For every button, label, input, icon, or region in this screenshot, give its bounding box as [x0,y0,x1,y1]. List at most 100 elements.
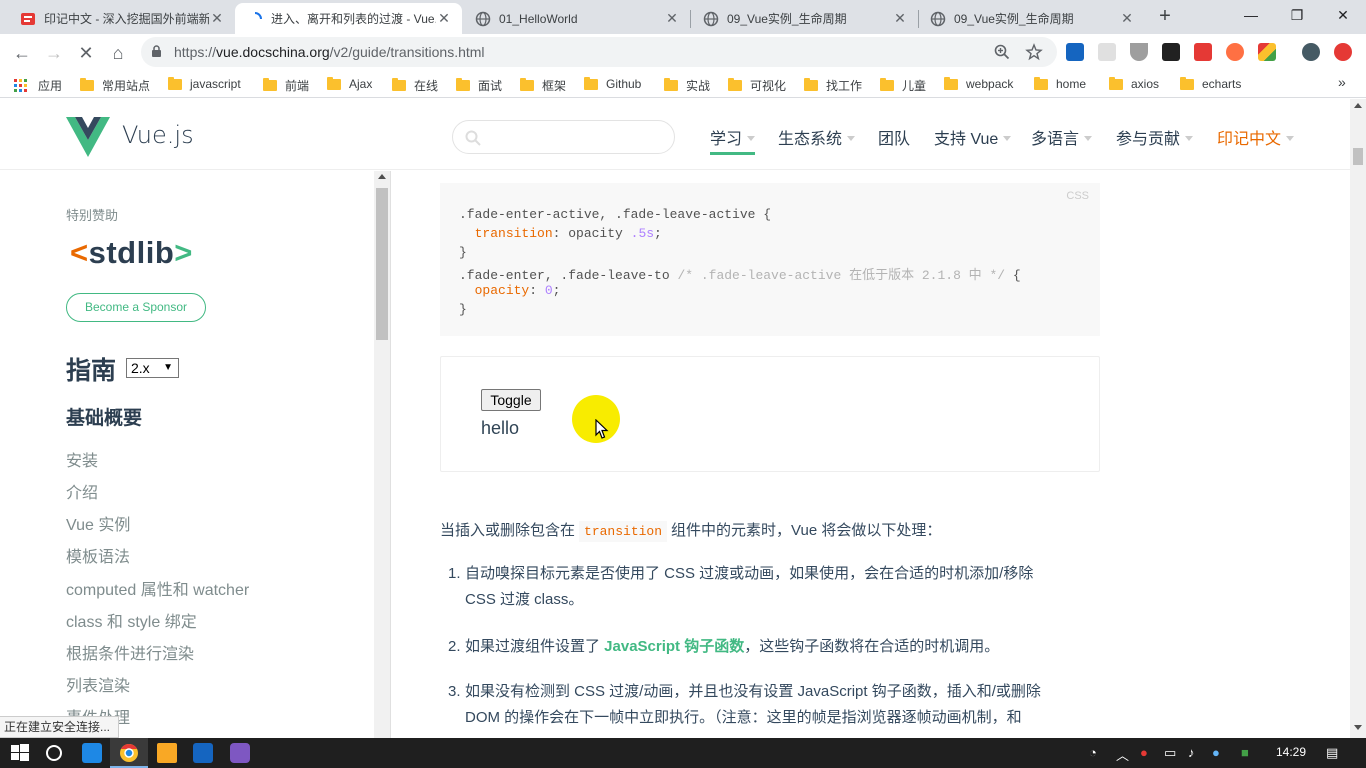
restore-button[interactable]: ❐ [1274,0,1320,32]
taskbar-clock[interactable]: 14:29 [1276,745,1306,759]
search-circle-icon[interactable] [44,743,64,763]
search-input[interactable] [452,120,675,154]
bookmark-label: 前端 [285,79,310,93]
tab-close-icon[interactable]: ✕ [436,10,452,27]
version-select[interactable]: 2.x ▼ [126,358,179,378]
become-sponsor-button[interactable]: Become a Sponsor [66,293,206,322]
bookmarks-overflow-button[interactable]: » [1338,74,1346,90]
notifications-icon[interactable]: ▤ [1326,745,1338,761]
tray-app-icon[interactable]: ● [1140,745,1148,760]
w-extension-icon[interactable] [1066,43,1084,61]
bookmark-folder[interactable]: 儿童 [880,77,926,94]
tab-lifecycle-1[interactable]: 09_Vue实例_生命周期 ✕ [691,3,918,34]
bookmark-folder[interactable]: axios [1109,76,1159,91]
extension-icon[interactable] [1098,43,1116,61]
stop-loading-icon[interactable]: ✕ [74,41,98,65]
chevron-down-icon [1286,136,1295,141]
scroll-down-arrow-icon[interactable] [1354,725,1362,730]
bookmark-label: 可视化 [750,79,787,93]
update-icon[interactable] [1334,43,1352,61]
extension-icon[interactable] [1162,43,1180,61]
windows-start-icon[interactable] [10,743,30,763]
address-bar[interactable]: https://vue.docschina.org/v2/guide/trans… [141,37,1057,67]
wifi-icon[interactable]: ◔ [1089,745,1097,760]
tab-close-icon[interactable]: ✕ [209,10,225,27]
file-explorer-icon[interactable] [157,743,177,763]
tray-s-icon[interactable]: ■ [1241,745,1249,760]
bookmark-folder[interactable]: 面试 [456,77,502,94]
chevron-up-icon[interactable]: ︿ [1116,745,1129,764]
sidebar-link-conditional[interactable]: 根据条件进行渲染 [66,640,194,664]
js-hooks-link[interactable]: JavaScript 钩子函数 [604,638,744,655]
bookmark-folder[interactable]: 实战 [664,77,710,94]
zoom-icon[interactable] [993,43,1011,61]
nav-team[interactable]: 团队 [878,125,910,149]
bookmark-star-icon[interactable] [1025,43,1043,61]
bookmark-folder[interactable]: 常用站点 [80,77,150,94]
tab-close-icon[interactable]: ✕ [1119,10,1135,27]
extension-icon[interactable] [1258,43,1276,61]
forward-arrow-icon[interactable]: → [42,41,66,65]
stdlib-sponsor-logo[interactable]: <stdlib> [70,235,193,271]
wps-icon[interactable] [193,743,213,763]
sidebar-scroll-thumb[interactable] [376,188,388,340]
cloud-icon[interactable]: ● [1212,745,1220,760]
scroll-up-arrow-icon[interactable] [378,174,386,179]
scroll-up-arrow-icon[interactable] [1354,103,1362,108]
bookmark-folder[interactable]: 在线 [392,77,438,94]
tab-close-icon[interactable]: ✕ [892,10,908,27]
nav-yinji[interactable]: 印记中文 [1217,125,1295,149]
tab-transitions[interactable]: 进入、离开和列表的过渡 - Vue.j ✕ [235,3,462,34]
bookmark-folder[interactable]: echarts [1180,76,1241,91]
bookmark-folder[interactable]: webpack [944,76,1013,91]
sidebar-scrollbar[interactable] [374,171,390,738]
nav-languages[interactable]: 多语言 [1031,125,1093,149]
sidebar-link-class-style[interactable]: class 和 style 绑定 [66,608,197,632]
minimize-button[interactable]: — [1228,0,1274,32]
sidebar-link-intro[interactable]: 介绍 [66,479,98,503]
sidebar-link-computed[interactable]: computed 属性和 watcher [66,576,249,600]
bookmark-apps[interactable]: 应用 [14,77,62,94]
app-icon[interactable] [230,743,250,763]
sidebar-link-list[interactable]: 列表渲染 [66,672,130,696]
vscode-icon[interactable] [82,743,102,763]
chrome-icon[interactable] [119,743,139,763]
tab-close-icon[interactable]: ✕ [664,10,680,27]
bookmark-folder[interactable]: Github [584,76,641,91]
bookmark-folder[interactable]: 可视化 [728,77,786,94]
bookmark-folder[interactable]: 前端 [263,77,309,94]
sidebar-link-instance[interactable]: Vue 实例 [66,511,130,535]
nav-contribute[interactable]: 参与贡献 [1116,125,1194,149]
volume-icon[interactable]: ♪ [1188,745,1195,760]
tab-yinji[interactable]: 印记中文 - 深入挖掘国外前端新 ✕ [8,3,235,34]
code-line: .fade-enter, .fade-leave-to /* .fade-lea… [459,264,1021,283]
nav-support[interactable]: 支持 Vue [934,125,1012,149]
bookmark-folder[interactable]: 框架 [520,77,566,94]
bookmark-folder[interactable]: 找工作 [804,77,862,94]
nav-learn[interactable]: 学习 [710,125,756,155]
bookmark-folder[interactable]: Ajax [327,76,372,91]
tab-helloworld[interactable]: 01_HelloWorld ✕ [463,3,690,34]
nav-ecosystem[interactable]: 生态系统 [778,125,856,149]
sidebar-link-install[interactable]: 安装 [66,447,98,471]
site-header: Vue.js 学习 生态系统 团队 支持 Vue 多语言 参与贡献 印记中文 [0,99,1350,170]
page-scroll-thumb[interactable] [1353,148,1363,165]
toggle-button[interactable]: Toggle [481,389,541,411]
bookmark-folder[interactable]: home [1034,76,1086,91]
tab-lifecycle-2[interactable]: 09_Vue实例_生命周期 ✕ [918,3,1145,34]
back-arrow-icon[interactable]: ← [10,41,34,65]
sidebar-link-syntax[interactable]: 模板语法 [66,543,130,567]
extension-icon[interactable] [1226,43,1244,61]
bookmark-folder[interactable]: javascript [168,76,241,91]
home-icon[interactable]: ⌂ [106,41,130,65]
close-window-button[interactable]: ✕ [1320,0,1366,32]
vue-logo-icon[interactable] [66,117,110,157]
status-bar-text: 正在建立安全连接... [0,716,120,738]
vue-devtools-icon[interactable] [1130,43,1148,61]
site-logo-text[interactable]: Vue.js [122,121,194,149]
profile-avatar[interactable] [1302,43,1320,61]
page-scrollbar[interactable] [1350,99,1366,738]
fe-extension-icon[interactable] [1194,43,1212,61]
network-icon[interactable]: ▭ [1164,745,1176,761]
new-tab-button[interactable]: + [1155,6,1175,27]
